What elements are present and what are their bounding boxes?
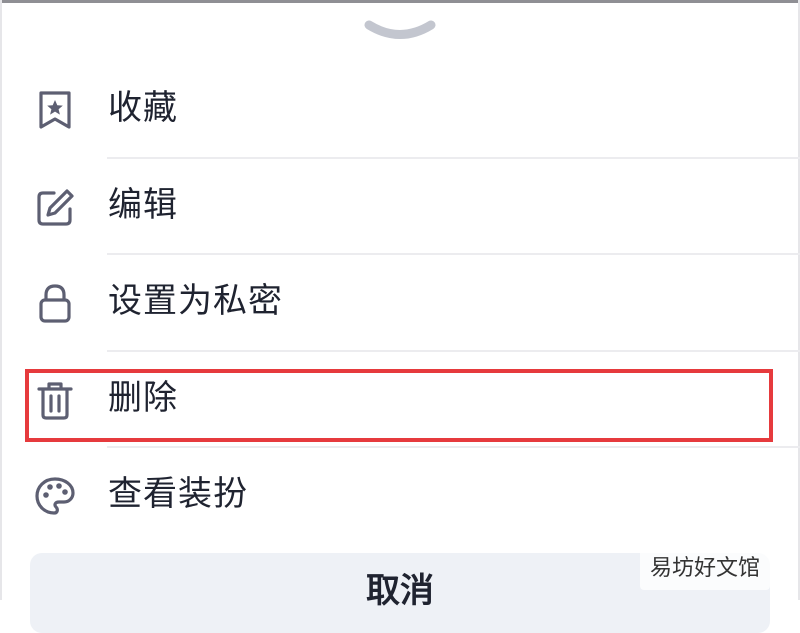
edit-icon — [34, 187, 76, 227]
highlight-box — [25, 369, 773, 442]
menu-item-favorite[interactable]: 收藏 — [0, 62, 800, 158]
menu-item-set-private[interactable]: 设置为私密 — [0, 255, 800, 351]
menu-item-view-dressup[interactable]: 查看装扮 — [0, 448, 800, 544]
menu-item-edit[interactable]: 编辑 — [0, 159, 800, 255]
menu-item-label: 设置为私密 — [108, 281, 283, 321]
lock-icon — [34, 283, 76, 323]
menu-item-label: 收藏 — [108, 88, 178, 128]
menu-item-label: 编辑 — [108, 185, 178, 225]
palette-icon — [34, 476, 76, 516]
chevron-down-icon[interactable] — [363, 18, 437, 46]
screen-top-border — [0, 0, 800, 3]
watermark: 易坊好文馆 — [640, 548, 771, 590]
menu-item-label: 查看装扮 — [108, 474, 248, 514]
bookmark-star-icon — [34, 90, 76, 130]
